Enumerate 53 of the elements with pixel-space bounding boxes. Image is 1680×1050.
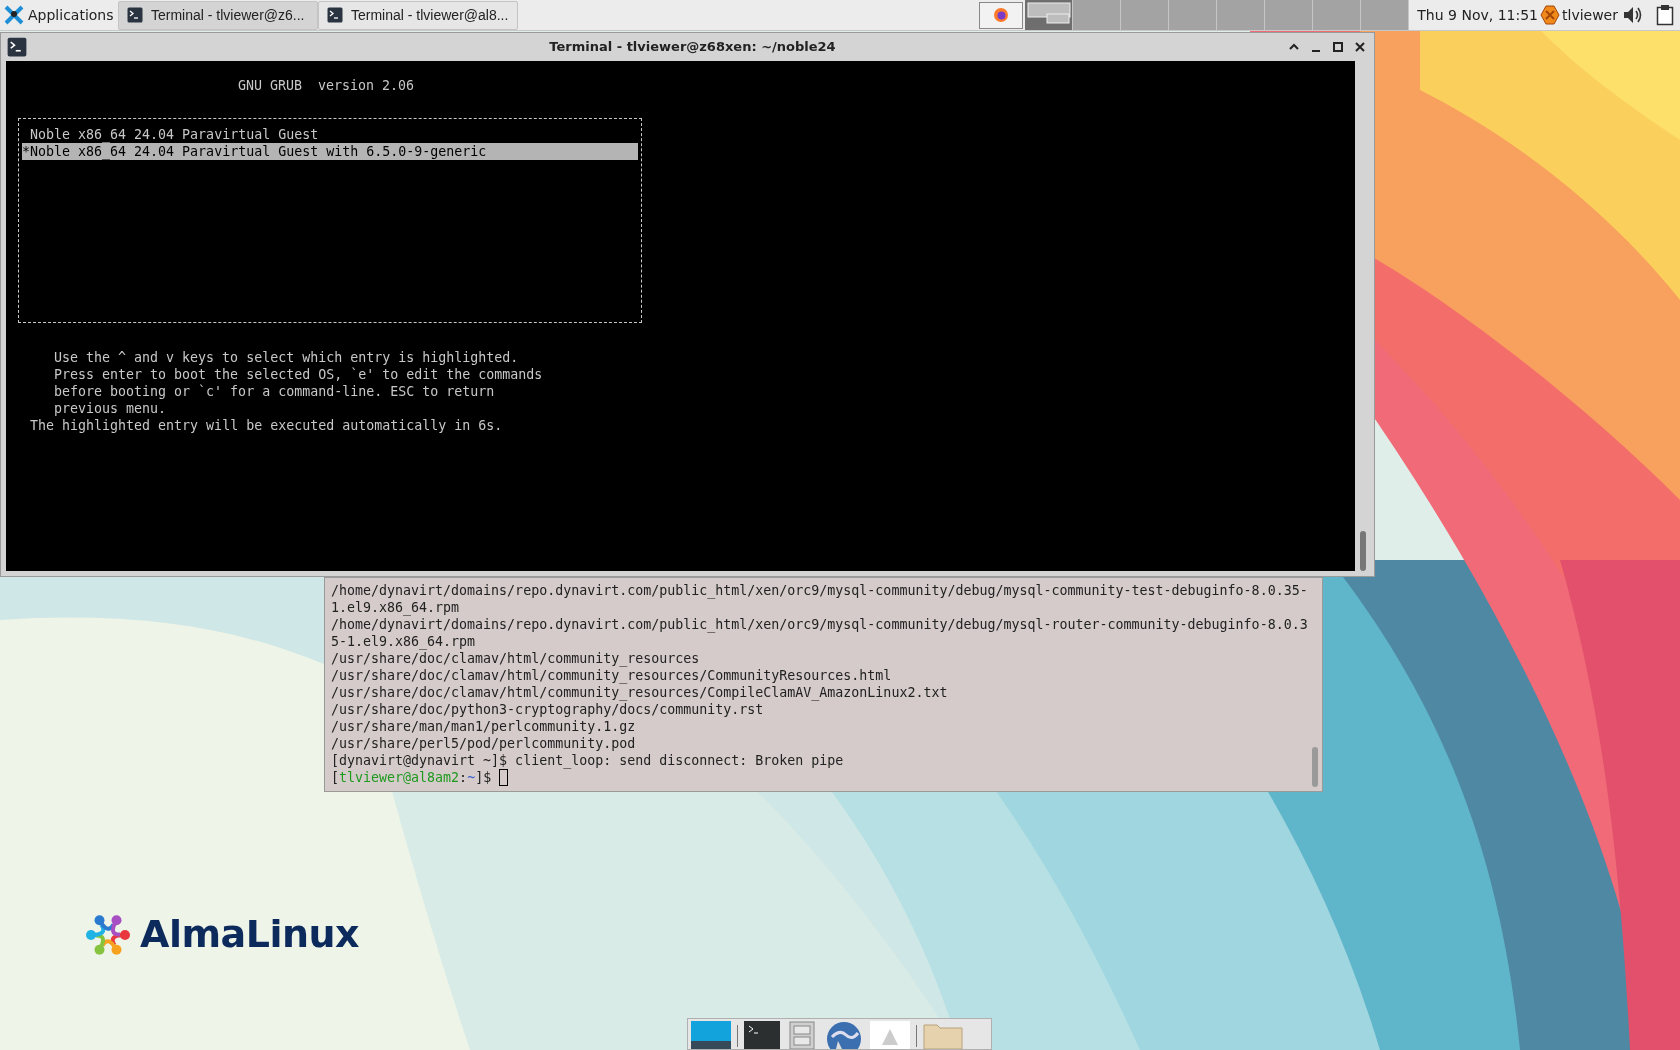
clock[interactable]: Thu 9 Nov, 11:51 xyxy=(1417,4,1538,26)
applications-menu[interactable]: Applications xyxy=(0,0,118,30)
output-line: /usr/share/doc/clamav/html/community_resources xyxy=(331,650,700,667)
countdown-text: The highlighted entry will be executed automatically in 6s. xyxy=(30,418,503,433)
prompt-text: ~ xyxy=(467,769,476,786)
scrollbar-thumb[interactable] xyxy=(1360,531,1366,571)
cursor xyxy=(499,769,509,786)
output-line: /usr/share/doc/clamav/html/community_resources/CompileClamAV_AmazonLinux2.txt xyxy=(331,684,948,701)
close-icon[interactable] xyxy=(1354,41,1366,53)
output-line: /usr/share/doc/clamav/html/community_resources/CommunityResources.html xyxy=(331,667,892,684)
scrollbar-thumb[interactable] xyxy=(1312,747,1318,787)
prompt-text: [ xyxy=(331,769,339,786)
grub-title: GNU GRUB version 2.06 xyxy=(238,78,415,93)
help-text: Press enter to boot the selected OS, `e' to edit the commands xyxy=(54,366,543,383)
prompt-text: : xyxy=(459,769,468,786)
taskbar-button[interactable]: Terminal - tlviewer@al8... xyxy=(318,0,518,30)
output-line: 1.el9.x86_64.rpm xyxy=(331,599,460,616)
window-thumbnail-icon xyxy=(1027,2,1072,24)
prompt-text: ]$ xyxy=(475,769,493,786)
prompt-text: tlviewer@al8am2 xyxy=(339,769,460,786)
user-name[interactable]: tlviewer xyxy=(1562,4,1618,26)
boot-entry[interactable]: *Noble x86_64 24.04 Paravirtual Guest with 6.5.0-9-generic xyxy=(22,143,638,160)
output-line: /home/dynavirt/domains/repo.dynavirt.com/public_html/xen/orc9/mysql-community/debug/mysql-router-community-debuginfo-8.0.3 xyxy=(331,616,1308,633)
output-line: /usr/share/perl5/pod/perlcommunity.pod xyxy=(331,735,636,752)
show-desktop-icon[interactable] xyxy=(691,1021,731,1049)
help-text: Use the ^ and v keys to select which entry is highlighted. xyxy=(54,349,519,366)
terminal-icon[interactable] xyxy=(744,1021,780,1049)
file-cabinet-icon[interactable] xyxy=(786,1021,818,1049)
help-text: before booting or `c' for a command-line. ESC to return xyxy=(54,383,495,400)
hexagon-icon[interactable] xyxy=(1540,5,1560,25)
terminal-icon xyxy=(7,37,27,57)
terminal-icon xyxy=(327,7,343,23)
browser-launcher[interactable] xyxy=(979,1,1024,29)
folder-icon[interactable] xyxy=(923,1021,963,1049)
output-line: 5-1.el9.x86_64.rpm xyxy=(331,633,476,650)
volume-icon[interactable] xyxy=(1622,5,1644,25)
output-line: [dynavirt@dynavirt ~]$ client_loop: send disconnect: Broken pipe xyxy=(331,752,844,769)
warning-icon[interactable] xyxy=(870,1021,910,1049)
workspace-button[interactable] xyxy=(1025,0,1074,30)
window-title: Terminal - tlviewer@z68xen: ~/noble24 xyxy=(548,38,837,57)
workspace-button[interactable] xyxy=(1361,0,1410,30)
output-line: /usr/share/doc/python3-cryptography/docs/community.rst xyxy=(331,701,764,718)
output-line: /home/dynavirt/domains/repo.dynavirt.com/public_html/xen/orc9/mysql-community/debug/mysql-community-test-debuginfo-8.0.35- xyxy=(331,582,1308,599)
output-line: /usr/share/man/man1/perlcommunity.1.gz xyxy=(331,718,636,735)
globe-icon[interactable] xyxy=(824,1021,864,1049)
boot-entry[interactable]: Noble x86_64 24.04 Paravirtual Guest xyxy=(22,126,638,143)
help-text: previous menu. xyxy=(54,400,167,417)
maximize-icon[interactable] xyxy=(1332,41,1344,53)
terminal-icon xyxy=(127,7,143,23)
taskbar-button[interactable]: Terminal - tlviewer@z6... xyxy=(118,0,318,30)
clipboard-icon[interactable] xyxy=(1656,4,1674,26)
x-logo-icon xyxy=(4,5,24,25)
logo-text: AlmaLinux xyxy=(140,911,360,958)
